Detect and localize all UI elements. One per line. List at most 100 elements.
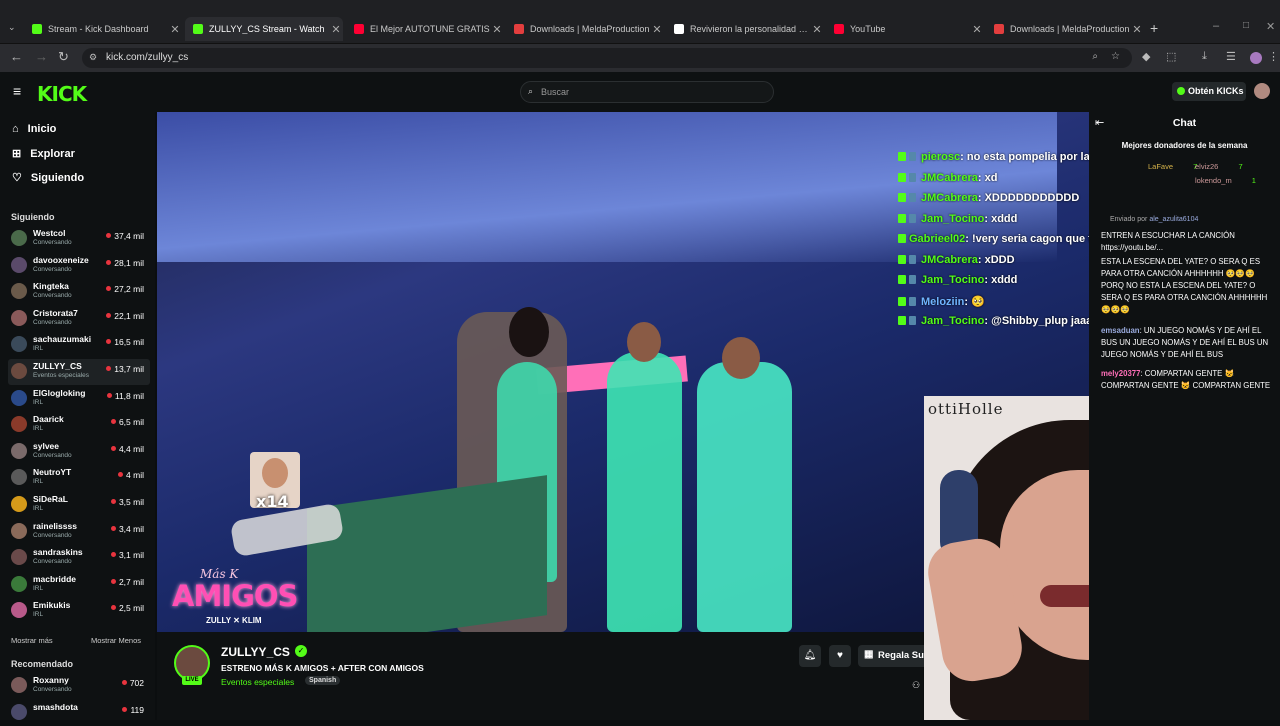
person-man-1: [607, 352, 682, 632]
sidebar-channel[interactable]: NeutroYT IRL 4 mil: [8, 465, 150, 491]
browser-tab[interactable]: El Mejor AUTOTUNE GRATIS ✕: [346, 17, 504, 41]
hamburger-menu-icon[interactable]: ≡: [13, 83, 21, 99]
browser-tab[interactable]: Stream - Kick Dashboard ✕: [24, 17, 182, 41]
chat-username[interactable]: emsaduan: [1101, 326, 1140, 335]
back-icon[interactable]: ←: [10, 49, 23, 64]
browser-tab[interactable]: ZULLYY_CS Stream - Watch ✕: [185, 17, 343, 41]
channel-name: sylvee: [33, 440, 59, 451]
tab-favicon-icon: [834, 24, 844, 34]
chat-username[interactable]: mely20377: [1101, 369, 1140, 378]
sidebar-channel[interactable]: SiDeRaL IRL 3,5 mil: [8, 492, 150, 518]
user-avatar[interactable]: [1254, 83, 1270, 99]
donor-entry[interactable]: lokendo_m 1: [1195, 176, 1256, 185]
channel-name: Kingteka: [33, 281, 69, 292]
browser-tab[interactable]: YouTube ✕: [826, 17, 984, 41]
show-less-button[interactable]: Mostrar Menos: [91, 636, 141, 645]
channel-name: Roxanny: [33, 675, 69, 685]
overlay-chat-user: JMCabrera: [921, 192, 978, 204]
extensions-icon[interactable]: ⬚: [1166, 50, 1176, 63]
donor-entry[interactable]: elviz26 7: [1195, 162, 1243, 171]
tab-favicon-icon: [193, 24, 203, 34]
new-tab-button[interactable]: +: [1150, 20, 1158, 36]
donor-entry[interactable]: LaFave 7: [1148, 162, 1197, 171]
overlay-chat-text: : xd: [977, 171, 998, 184]
tab-title: Downloads | MeldaProduction: [1010, 24, 1130, 34]
sidebar-channel[interactable]: sachauzumaki IRL 16,5 mil: [8, 332, 150, 358]
url-field[interactable]: ⚙ kick.com/zullyy_cs ⌕ ☆: [82, 48, 1132, 68]
sidebar-channel[interactable]: sandraskins Conversando 3,1 mil: [8, 545, 150, 571]
search-icon: ⌕: [528, 86, 534, 96]
sidebar-channel[interactable]: Westcol Conversando 37,4 mil: [8, 226, 150, 252]
tab-search-icon[interactable]: ⌄: [8, 22, 16, 33]
sidebar-channel[interactable]: ZULLYY_CS Eventos especiales 13,7 mil: [8, 359, 150, 385]
tab-close-icon[interactable]: ✕: [650, 23, 664, 36]
reload-icon[interactable]: ↻: [58, 49, 69, 65]
head-2: [627, 322, 661, 362]
channel-name: SiDeRaL: [33, 494, 68, 504]
sidebar-channel[interactable]: Emikukis IRL 2,5 mil: [8, 598, 150, 624]
tab-close-icon[interactable]: ✕: [1130, 23, 1144, 36]
stream-category[interactable]: Eventos especiales: [221, 677, 294, 687]
browser-tab[interactable]: Downloads | MeldaProduction ✕: [986, 17, 1144, 41]
get-kicks-button[interactable]: Obtén KICKs: [1172, 82, 1246, 101]
channel-category: Conversando: [33, 318, 72, 326]
viewers-icon: ⚇: [912, 680, 921, 690]
search-input[interactable]: ⌕ Buscar: [520, 81, 774, 103]
sidebar-nav-siguiendo[interactable]: ♡ Siguiendo: [12, 171, 84, 185]
sidebar-channel[interactable]: davooxeneize Conversando 28,1 mil: [8, 253, 150, 279]
profile-avatar-icon[interactable]: [1250, 52, 1262, 64]
sidebar-channel[interactable]: smashdota 119: [8, 700, 150, 726]
tab-close-icon[interactable]: ✕: [490, 23, 504, 36]
sidebar-channel[interactable]: Cristorata7 Conversando 22,1 mil: [8, 306, 150, 332]
tab-close-icon[interactable]: ✕: [329, 23, 343, 36]
show-more-button[interactable]: Mostrar más: [11, 636, 53, 645]
channel-avatar: [11, 549, 27, 566]
gift-sub-button[interactable]: ▦ Regala Su: [858, 645, 924, 667]
sidebar-channel[interactable]: macbridde IRL 2,7 mil: [8, 572, 150, 598]
viewer-count: 28,1 mil: [106, 258, 144, 268]
channel-category: IRL: [33, 345, 44, 353]
viewer-count: 37,4 mil: [106, 231, 144, 241]
notification-bell-button[interactable]: 🔔︎: [799, 645, 821, 667]
sidebar-channel[interactable]: Kingteka Conversando 27,2 mil: [8, 279, 150, 305]
download-icon[interactable]: ⤓: [1202, 50, 1207, 63]
maximize-icon[interactable]: □: [1243, 20, 1249, 31]
get-kicks-label: Obtén KICKs: [1188, 86, 1244, 96]
forward-icon[interactable]: →: [35, 49, 48, 64]
tab-close-icon[interactable]: ✕: [810, 23, 824, 36]
channel-name: smashdota: [33, 701, 78, 712]
top-donors-heading: Mejores donadores de la semana: [1121, 141, 1248, 150]
sidebar-nav-explorar[interactable]: ⊞ Explorar: [12, 147, 75, 161]
channel-name: sachauzumaki: [33, 334, 92, 345]
sidebar-channel[interactable]: rainelissss Conversando 3,4 mil: [8, 519, 150, 545]
overlay-chat-text: : xddd: [984, 212, 1018, 225]
overlay-chat-text: : 🥺: [964, 295, 985, 308]
overlay-chat-line: Meloziin: 🥺: [898, 295, 985, 308]
browser-tab[interactable]: Downloads | MeldaProduction ✕: [506, 17, 664, 41]
extension-diamond-icon[interactable]: ◆: [1142, 50, 1150, 63]
browser-tab[interactable]: Revivieron la personalidad del ✕: [666, 17, 824, 41]
site-info-icon[interactable]: ⚙: [89, 52, 97, 63]
sidebar-channel[interactable]: ElGlogloking IRL 11,8 mil: [8, 386, 150, 412]
minimize-icon[interactable]: –: [1213, 20, 1219, 32]
bookmark-star-icon[interactable]: ☆: [1111, 51, 1120, 62]
overlay-chat-text: : xddd: [984, 274, 1018, 286]
media-control-icon[interactable]: ☰: [1226, 50, 1236, 63]
kick-logo[interactable]: KICK: [37, 82, 87, 106]
overlay-chat-line: JMCabrera: xd: [898, 172, 997, 184]
channel-name: Emikukis: [33, 600, 71, 611]
sidebar-channel[interactable]: Roxanny Conversando 702: [8, 673, 150, 699]
zoom-icon[interactable]: ⌕: [1092, 51, 1098, 62]
language-tag[interactable]: Spanish: [305, 676, 341, 685]
sidebar-channel[interactable]: sylvee Conversando 4,4 mil: [8, 439, 150, 465]
channel-name[interactable]: ZULLYY_CS: [221, 645, 290, 659]
follow-heart-button[interactable]: ♥: [829, 645, 851, 667]
donor-name: LaFave: [1148, 162, 1174, 171]
sidebar-channel[interactable]: Daarick IRL 6,5 mil: [8, 412, 150, 438]
viewer-count: 27,2 mil: [106, 284, 144, 294]
tab-close-icon[interactable]: ✕: [970, 23, 984, 36]
sidebar-nav-inicio[interactable]: ⌂ Inicio: [12, 123, 56, 135]
close-window-icon[interactable]: ✕: [1266, 20, 1275, 33]
tab-close-icon[interactable]: ✕: [168, 23, 182, 36]
browser-menu-icon[interactable]: ⋮: [1268, 50, 1279, 63]
